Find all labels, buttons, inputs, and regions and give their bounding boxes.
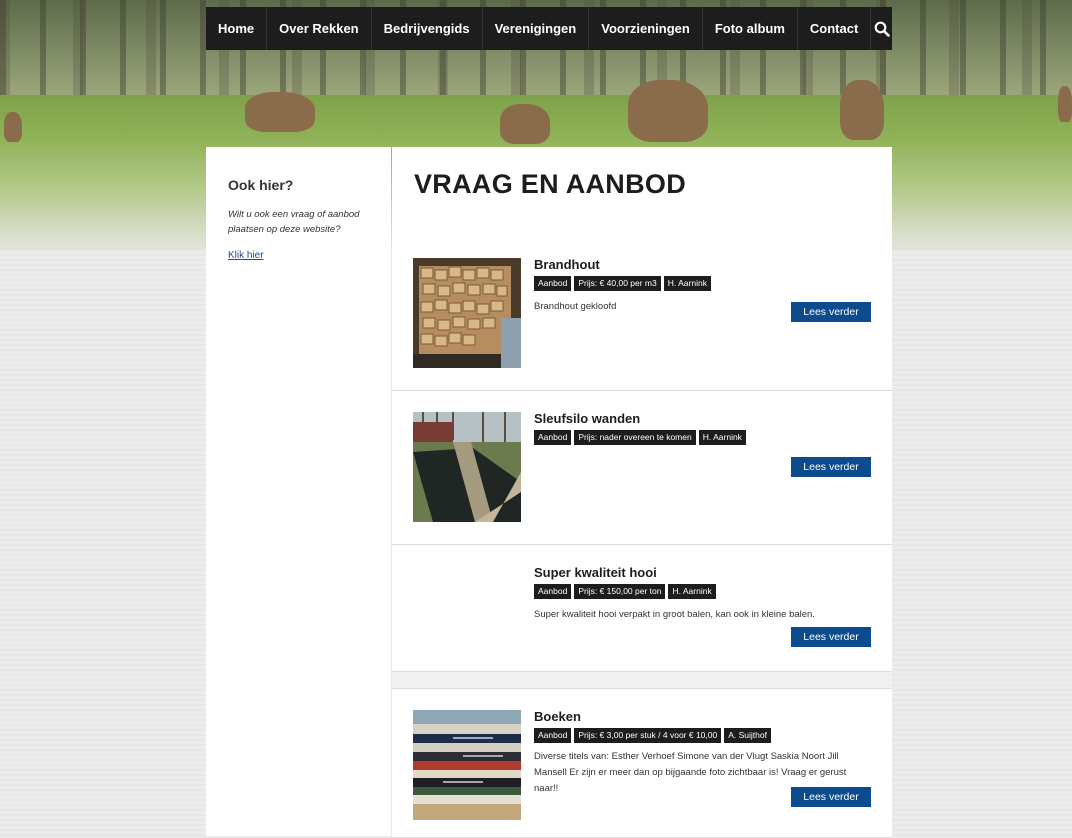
lees-verder-button[interactable]: Lees verder — [791, 302, 871, 322]
author-badge: A. Suijthof — [724, 728, 771, 743]
type-badge: Aanbod — [534, 276, 572, 291]
type-badge: Aanbod — [534, 728, 572, 743]
nav-item-foto-album[interactable]: Foto album — [703, 7, 798, 50]
deer-image — [245, 92, 315, 132]
author-badge: H. Aarnink — [663, 276, 711, 291]
listing-thumbnail-books[interactable] — [413, 710, 521, 820]
sidebar-link-klik-hier[interactable]: Klik hier — [228, 250, 264, 261]
author-badge: H. Aarnink — [668, 584, 716, 599]
sidebar-text: Wilt u ook een vraag of aanbod plaatsen … — [228, 209, 360, 235]
listing-title[interactable]: Boeken — [534, 709, 581, 724]
main-navigation: Home Over Rekken Bedrijvengids Verenigin… — [206, 7, 892, 50]
type-badge: Aanbod — [534, 430, 572, 445]
price-badge: Prijs: nader overeen te komen — [574, 430, 696, 445]
search-button[interactable] — [871, 7, 892, 50]
price-badge: Prijs: € 40,00 per m3 — [574, 276, 661, 291]
listing-thumbnail-firewood[interactable] — [413, 258, 521, 368]
listing-tags: Aanbod Prijs: € 40,00 per m3 H. Aarnink — [534, 276, 711, 291]
listing-thumbnail-silo[interactable] — [413, 412, 521, 522]
listing-title[interactable]: Super kwaliteit hooi — [534, 565, 657, 580]
listing-title[interactable]: Brandhout — [534, 257, 600, 272]
price-badge: Prijs: € 150,00 per ton — [574, 584, 666, 599]
lees-verder-button[interactable]: Lees verder — [791, 787, 871, 807]
author-badge: H. Aarnink — [698, 430, 746, 445]
lees-verder-button[interactable]: Lees verder — [791, 457, 871, 477]
listing-super-kwaliteit-hooi: Super kwaliteit hooi Aanbod Prijs: € 150… — [392, 545, 892, 672]
nav-item-voorzieningen[interactable]: Voorzieningen — [589, 7, 703, 50]
listing-separator — [392, 672, 892, 688]
listing-description: Super kwaliteit hooi verpakt in groot ba… — [534, 609, 815, 620]
search-icon — [874, 21, 890, 37]
nav-item-bedrijvengids[interactable]: Bedrijvengids — [372, 7, 483, 50]
sidebar: Ook hier? Wilt u ook een vraag of aanbod… — [206, 147, 391, 836]
nav-item-verenigingen[interactable]: Verenigingen — [483, 7, 590, 50]
nav-item-contact[interactable]: Contact — [798, 7, 872, 50]
sidebar-title: Ook hier? — [228, 177, 294, 193]
deer-image — [4, 112, 22, 142]
main-content: VRAAG EN AANBOD Brandhout Aanbod Prijs: — [392, 147, 892, 838]
listing-boeken: Boeken Aanbod Prijs: € 3,00 per stuk / 4… — [392, 688, 892, 838]
nav-item-over-rekken[interactable]: Over Rekken — [267, 7, 372, 50]
listing-tags: Aanbod Prijs: € 3,00 per stuk / 4 voor €… — [534, 728, 771, 743]
listing-title[interactable]: Sleufsilo wanden — [534, 411, 640, 426]
listing-tags: Aanbod Prijs: € 150,00 per ton H. Aarnin… — [534, 584, 716, 599]
listing-tags: Aanbod Prijs: nader overeen te komen H. … — [534, 430, 746, 445]
type-badge: Aanbod — [534, 584, 572, 599]
listing-sleufsilo-wanden: Sleufsilo wanden Aanbod Prijs: nader ove… — [392, 391, 892, 545]
lees-verder-button[interactable]: Lees verder — [791, 627, 871, 647]
page-title: VRAAG EN AANBOD — [414, 169, 687, 199]
deer-image — [500, 104, 550, 144]
deer-image — [628, 80, 708, 142]
nav-item-home[interactable]: Home — [206, 7, 268, 50]
deer-image — [1058, 86, 1072, 122]
price-badge: Prijs: € 3,00 per stuk / 4 voor € 10,00 — [574, 728, 722, 743]
listing-brandhout: Brandhout Aanbod Prijs: € 40,00 per m3 H… — [392, 237, 892, 391]
deer-image — [840, 80, 884, 140]
